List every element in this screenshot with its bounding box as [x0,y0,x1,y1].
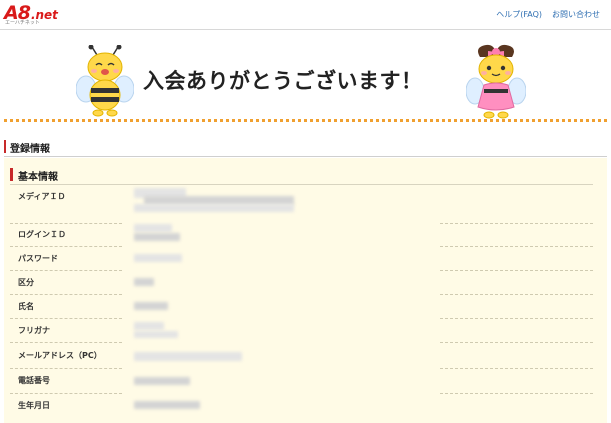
header-links: ヘルプ(FAQ) お問い合わせ [496,9,600,20]
row-divider [10,318,122,319]
contact-link[interactable]: お問い合わせ [552,9,600,20]
field-row-birthdate: 生年月日 [10,400,593,423]
dotted-divider [4,119,607,122]
row-divider [440,270,593,271]
row-divider [440,223,593,224]
redacted-value [134,204,294,212]
row-divider [440,368,593,369]
row-divider [440,393,593,394]
registration-complete-page: A8 .net エーハチネット ヘルプ(FAQ) お問い合わせ 入会ありがとうご… [0,0,611,423]
redacted-value [134,352,242,361]
site-header: A8 .net エーハチネット ヘルプ(FAQ) お問い合わせ [0,0,611,30]
field-row-media-id: メディアＩＤ [10,188,593,227]
redacted-value [134,302,168,310]
field-label: 区分 [18,278,34,287]
basic-info-title: 基本情報 [18,172,58,183]
bee-mascot-icon [76,45,134,117]
field-row-phone: 電話番号 [10,375,593,399]
field-label: 氏名 [18,302,34,311]
field-row-category: 区分 [10,277,593,301]
row-divider [10,294,122,295]
redacted-value [134,401,200,409]
field-row-password: パスワード [10,253,593,277]
field-label: 生年月日 [18,401,50,410]
row-divider [10,393,122,394]
registration-section-header: 登録情報 [4,139,607,157]
field-label: メディアＩＤ [18,192,66,201]
field-row-login-id: ログインＩＤ [10,224,593,253]
field-label: メールアドレス（PC） [18,351,102,360]
field-label: ログインＩＤ [18,230,66,239]
row-divider [10,270,122,271]
field-label: パスワード [18,254,58,263]
basic-info-accent-bar [10,168,13,181]
field-row-name: 氏名 [10,301,593,325]
registration-section-title: 登録情報 [10,144,50,155]
welcome-title: 入会ありがとうございます！ [143,69,423,93]
bee-girl-mascot-icon [466,44,526,119]
row-divider [440,294,593,295]
redacted-value [134,224,172,232]
redacted-value [134,278,154,286]
basic-info-panel: 基本情報 メディアＩＤ ログインＩＤ パスワード 区分 氏名 フリガナ メールア… [4,158,607,423]
row-divider [10,223,122,224]
basic-info-header: 基本情報 [10,167,593,185]
field-label: 電話番号 [18,376,50,385]
row-divider [10,246,122,247]
row-divider [440,318,593,319]
section-accent-bar [4,140,6,153]
row-divider [10,342,122,343]
redacted-value [134,254,182,262]
row-divider [10,368,122,369]
row-divider [440,246,593,247]
row-divider [440,342,593,343]
redacted-value [134,331,178,338]
help-faq-link[interactable]: ヘルプ(FAQ) [496,9,542,20]
redacted-value [134,322,164,330]
field-label: フリガナ [18,326,50,335]
field-row-email-pc: メールアドレス（PC） [10,350,593,374]
redacted-value [134,233,180,241]
field-row-furigana: フリガナ [10,322,593,349]
welcome-banner: 入会ありがとうございます！ [0,31,611,123]
redacted-value [134,377,190,385]
logo-subtext: エーハチネット [5,20,40,26]
